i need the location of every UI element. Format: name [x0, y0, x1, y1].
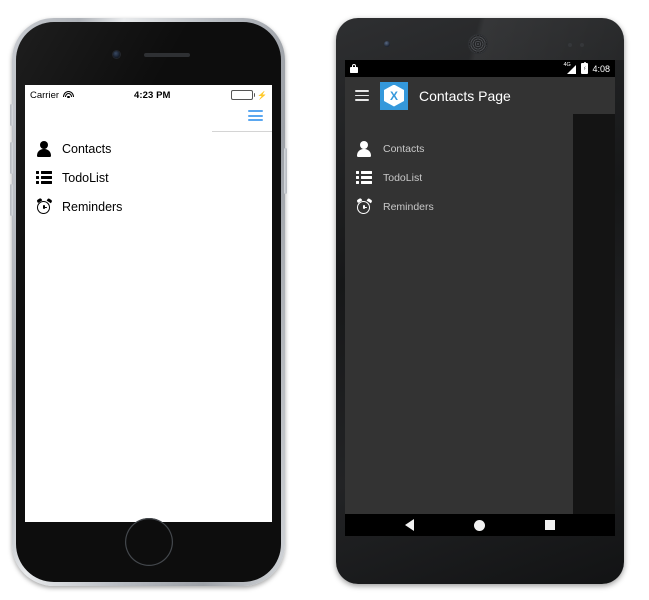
- ios-menu-item-contacts[interactable]: Contacts: [25, 134, 272, 163]
- hamburger-menu-icon[interactable]: [355, 89, 369, 102]
- iphone-home-button[interactable]: [124, 518, 173, 566]
- xamarin-logo-icon: X: [380, 81, 408, 110]
- person-icon: [36, 141, 52, 158]
- android-menu-item-label: Reminders: [383, 200, 434, 213]
- android-navigation-bar: [345, 514, 615, 536]
- battery-icon: [581, 61, 589, 74]
- android-front-camera-icon: [384, 41, 390, 47]
- alarm-clock-icon: [356, 197, 372, 215]
- ios-menu-item-reminders[interactable]: Reminders: [25, 192, 272, 221]
- iphone-volume-up-button[interactable]: [10, 142, 13, 174]
- ios-menu-item-todolist[interactable]: TodoList: [25, 163, 272, 192]
- android-navigation-drawer: Contacts TodoList Reminders: [345, 114, 573, 514]
- lock-icon: [350, 63, 358, 74]
- ios-menu-item-label: Contacts: [62, 141, 112, 156]
- xamarin-logo-letter: X: [384, 84, 404, 107]
- iphone-silent-switch[interactable]: [10, 104, 13, 126]
- bulleted-list-icon: [356, 170, 372, 186]
- ios-menu-item-label: Reminders: [62, 199, 123, 214]
- back-triangle-icon[interactable]: [405, 519, 415, 531]
- home-circle-icon[interactable]: [474, 519, 486, 531]
- page-title: Contacts Page: [419, 87, 511, 104]
- android-screen: 4G 4:08 X Contacts Page Contacts TodoLis…: [345, 60, 615, 536]
- ios-battery-group: ⚡: [230, 90, 267, 100]
- battery-icon: [230, 90, 253, 100]
- iphone-front-camera-icon: [113, 51, 120, 58]
- android-toolbar: X Contacts Page: [345, 77, 615, 114]
- iphone-device: Carrier 4:23 PM ⚡ Contacts TodoList Remi…: [10, 18, 287, 586]
- android-content-area: Contacts TodoList Reminders: [345, 114, 615, 514]
- recents-square-icon[interactable]: [545, 520, 555, 530]
- battery-cap: [253, 93, 256, 97]
- iphone-power-button[interactable]: [284, 148, 287, 194]
- android-clock-label: 4:08: [592, 63, 610, 74]
- ios-nav-row: [25, 105, 272, 132]
- iphone-earpiece-speaker: [144, 53, 190, 57]
- android-menu-item-label: TodoList: [383, 171, 423, 184]
- bulleted-list-icon: [36, 170, 52, 186]
- android-proximity-sensor: [568, 43, 572, 47]
- android-menu-item-reminders[interactable]: Reminders: [345, 192, 573, 221]
- signal-type-label: 4G: [563, 62, 571, 68]
- wifi-icon: [62, 90, 74, 100]
- android-menu-item-todolist[interactable]: TodoList: [345, 163, 573, 192]
- person-icon: [356, 141, 372, 158]
- iphone-bezel: Carrier 4:23 PM ⚡ Contacts TodoList Remi…: [16, 22, 281, 582]
- signal-bars-icon: 4G: [563, 62, 577, 74]
- android-status-right-group: 4G 4:08: [563, 61, 610, 74]
- ios-clock-label: 4:23 PM: [133, 89, 171, 101]
- android-light-sensor: [580, 43, 584, 47]
- ios-carrier-group: Carrier: [30, 90, 74, 101]
- iphone-screen: Carrier 4:23 PM ⚡ Contacts TodoList Remi…: [25, 85, 272, 522]
- iphone-volume-down-button[interactable]: [10, 184, 13, 216]
- lightning-bolt-icon: ⚡: [257, 90, 267, 100]
- ios-nav-divider: [212, 131, 272, 132]
- ios-carrier-label: Carrier: [30, 89, 60, 101]
- android-earpiece-speaker: [469, 35, 487, 53]
- ios-status-bar: Carrier 4:23 PM ⚡: [25, 85, 272, 105]
- android-status-bar: 4G 4:08: [345, 60, 615, 77]
- ios-menu-item-label: TodoList: [62, 170, 109, 185]
- android-menu-item-contacts[interactable]: Contacts: [345, 134, 573, 163]
- hamburger-menu-icon[interactable]: [248, 110, 263, 124]
- android-menu-item-label: Contacts: [383, 142, 425, 155]
- alarm-clock-icon: [36, 197, 52, 215]
- android-device: 4G 4:08 X Contacts Page Contacts TodoLis…: [336, 18, 624, 584]
- ios-master-menu-list: Contacts TodoList Reminders: [25, 132, 272, 221]
